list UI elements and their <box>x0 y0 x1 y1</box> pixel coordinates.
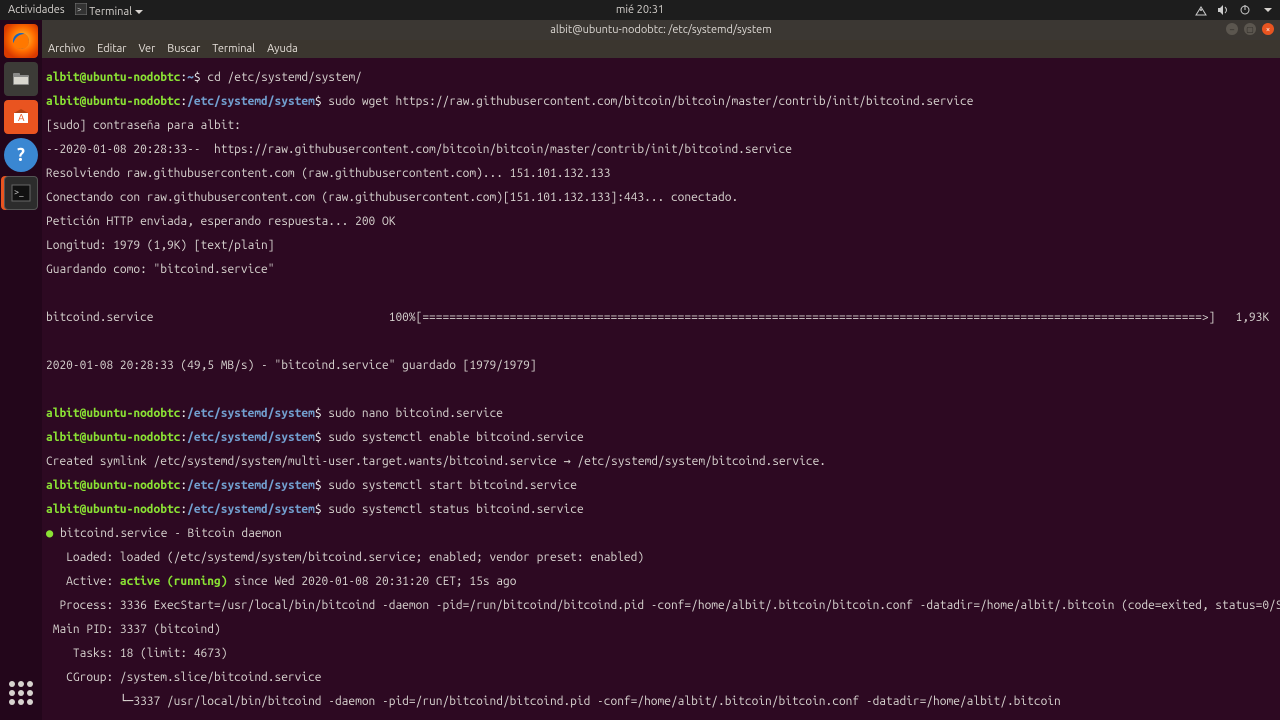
dock-firefox-icon[interactable] <box>4 24 38 58</box>
dock-terminal-icon[interactable]: >_ <box>4 176 38 210</box>
window-maximize-button[interactable]: ▢ <box>1244 23 1256 35</box>
svg-text:A: A <box>18 112 25 123</box>
menu-terminal[interactable]: Terminal <box>212 43 255 55</box>
dock: A ? >_ <box>0 20 42 720</box>
app-menu-label: Terminal <box>89 6 132 18</box>
gnome-top-panel: Actividades > Terminal mié 20:31 <box>0 0 1280 20</box>
terminal-menubar: Archivo Editar Ver Buscar Terminal Ayuda <box>42 40 1280 58</box>
dock-software-icon[interactable]: A <box>4 100 38 134</box>
network-icon[interactable] <box>1195 4 1207 16</box>
chevron-down-icon <box>135 10 143 14</box>
window-close-button[interactable]: × <box>1262 23 1274 35</box>
window-minimize-button[interactable]: ‒ <box>1226 23 1238 35</box>
show-applications-icon[interactable] <box>4 676 38 710</box>
menu-help[interactable]: Ayuda <box>267 43 298 55</box>
window-title: albit@ubuntu-nodobtc: /etc/systemd/syste… <box>550 24 771 36</box>
activities-button[interactable]: Actividades <box>8 4 65 16</box>
system-menu-chevron-icon[interactable] <box>1264 8 1272 12</box>
menu-search[interactable]: Buscar <box>167 43 200 55</box>
power-icon[interactable] <box>1239 4 1251 16</box>
clock[interactable]: mié 20:31 <box>616 4 664 16</box>
app-menu[interactable]: > Terminal <box>75 3 143 18</box>
svg-text:>_: >_ <box>14 187 24 197</box>
menu-file[interactable]: Archivo <box>48 43 85 55</box>
dock-files-icon[interactable] <box>4 62 38 96</box>
svg-text:>: > <box>77 5 82 14</box>
terminal-output[interactable]: albit@ubuntu-nodobtc:~$ cd /etc/systemd/… <box>42 58 1280 720</box>
volume-icon[interactable] <box>1217 4 1229 16</box>
terminal-window: albit@ubuntu-nodobtc: /etc/systemd/syste… <box>42 20 1280 720</box>
menu-edit[interactable]: Editar <box>97 43 126 55</box>
status-dot-icon: ● <box>46 527 53 540</box>
terminal-small-icon: > <box>75 3 87 15</box>
menu-view[interactable]: Ver <box>138 43 155 55</box>
dock-help-icon[interactable]: ? <box>4 138 38 172</box>
window-titlebar[interactable]: albit@ubuntu-nodobtc: /etc/systemd/syste… <box>42 20 1280 40</box>
